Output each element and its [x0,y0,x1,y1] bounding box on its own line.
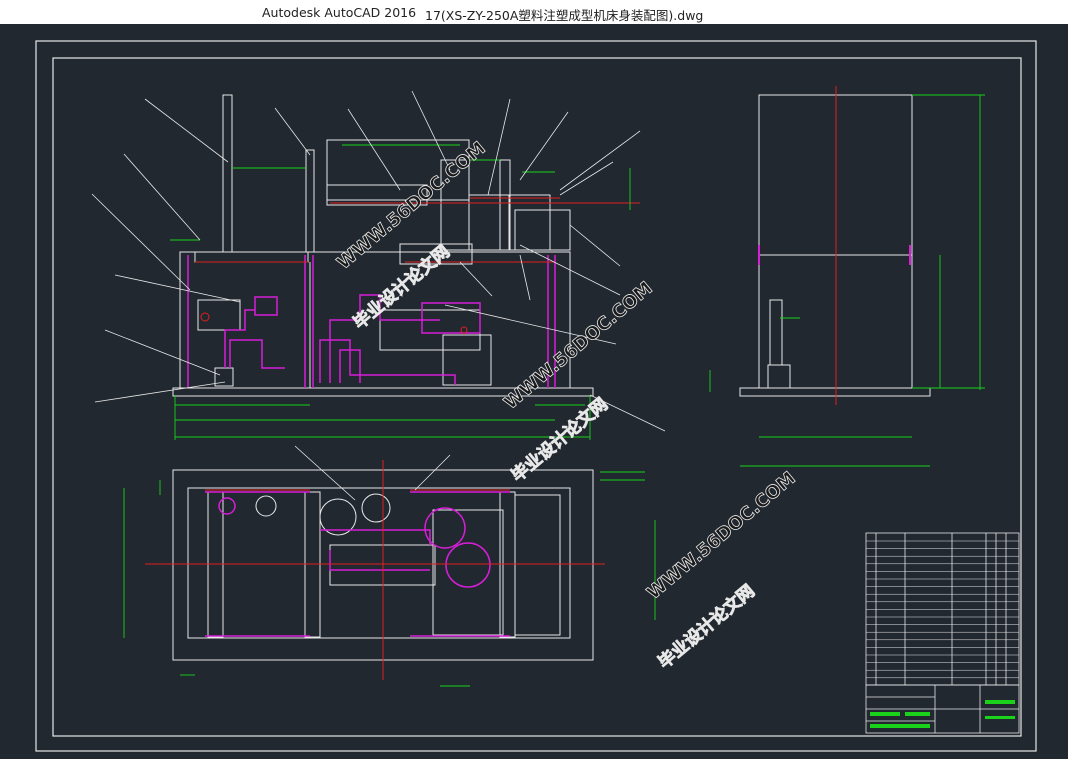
watermark-1-site: WWW.56DOC.COM [333,138,490,274]
side-view [739,94,931,397]
parts-list [865,532,1020,686]
file-name: 17(XS-ZY-250A塑料注塑成型机床身装配图).dwg [425,8,704,23]
watermark-3-label: 毕业设计论文网 [654,580,759,673]
title-bar: Autodesk AutoCAD 2016 17(XS-ZY-250A塑料注塑成… [0,0,1068,24]
watermark-3-site: WWW.56DOC.COM [643,468,800,604]
watermark-2-label: 毕业设计论文网 [507,394,612,487]
app-name: Autodesk AutoCAD 2016 [262,5,417,20]
side-dimensions [709,94,985,467]
watermark-2-site: WWW.56DOC.COM [500,278,657,414]
front-leaders [91,90,666,432]
drawing-canvas[interactable]: WWW.56DOC.COM 毕业设计论文网 WWW.56DOC.COM 毕业设计… [0,24,1068,759]
watermark-1: WWW.56DOC.COM 毕业设计论文网 [333,137,490,334]
watermark-3: WWW.56DOC.COM 毕业设计论文网 [643,467,800,673]
title-block-green [870,700,1015,728]
front-view [172,94,594,397]
cad-drawing: WWW.56DOC.COM 毕业设计论文网 WWW.56DOC.COM 毕业设计… [35,40,1037,752]
watermark-2: WWW.56DOC.COM 毕业设计论文网 [500,277,657,487]
